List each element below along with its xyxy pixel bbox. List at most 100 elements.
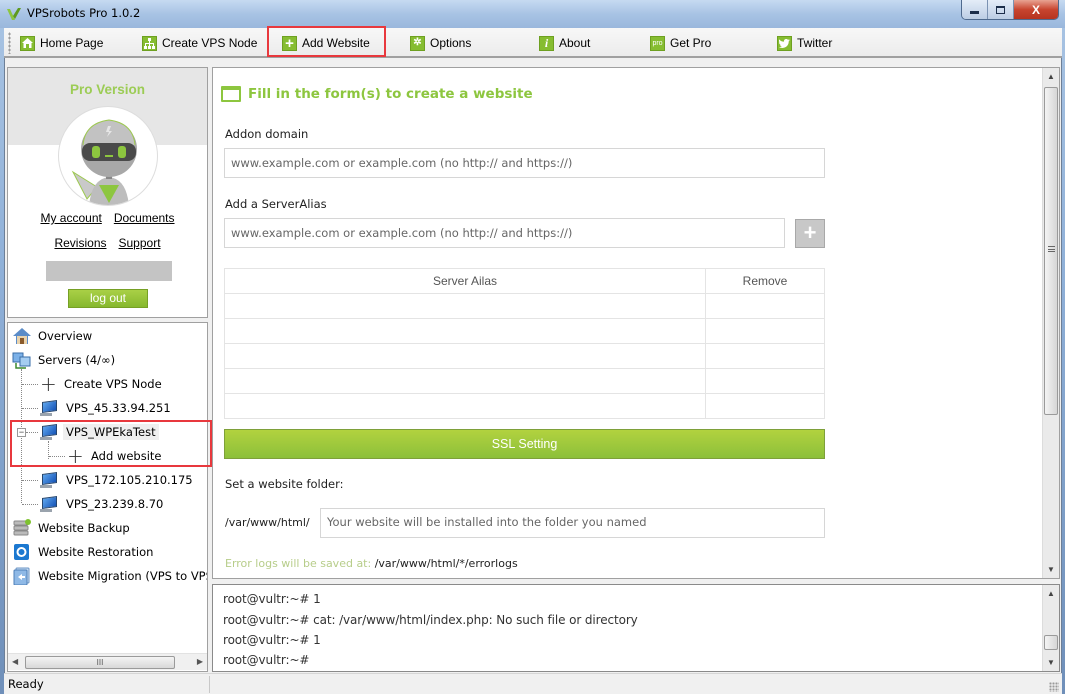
scroll-up-icon[interactable]: ▲ bbox=[1047, 589, 1055, 598]
toolbar-options[interactable]: ✲ Options bbox=[410, 32, 471, 54]
table-row bbox=[224, 343, 825, 369]
maximize-icon bbox=[996, 5, 1005, 14]
support-link[interactable]: Support bbox=[119, 236, 161, 250]
tree-item-label: VPS_WPEkaTest bbox=[63, 424, 159, 440]
table-row bbox=[224, 393, 825, 419]
restore-icon bbox=[12, 543, 32, 561]
minimize-button[interactable] bbox=[962, 0, 988, 19]
title-bar: VPSrobots Pro 1.0.2 X bbox=[0, 0, 1065, 28]
plus-icon: + bbox=[67, 444, 84, 468]
scroll-up-icon[interactable]: ▲ bbox=[1047, 72, 1055, 81]
plus-icon: + bbox=[282, 35, 297, 51]
toolbar-get-pro[interactable]: pro Get Pro bbox=[650, 32, 711, 54]
username-placeholder-bar bbox=[46, 261, 172, 281]
server-alias-input[interactable] bbox=[224, 218, 785, 248]
toolbar-home-page[interactable]: Home Page bbox=[20, 32, 103, 54]
server-alias-table: Server Ailas Remove bbox=[224, 268, 825, 419]
scrollbar-thumb[interactable]: III bbox=[25, 656, 175, 669]
plus-icon: + bbox=[40, 372, 57, 396]
tree-item-vps[interactable]: VPS_45.33.94.251 bbox=[40, 397, 171, 419]
tree-line bbox=[22, 480, 38, 481]
collapse-toggle[interactable]: − bbox=[17, 428, 26, 437]
alias-cell bbox=[224, 368, 706, 394]
maximize-button[interactable] bbox=[988, 0, 1014, 19]
revisions-link[interactable]: Revisions bbox=[54, 236, 106, 250]
tree-item-website-backup[interactable]: Website Backup bbox=[12, 517, 130, 539]
tree-item-servers[interactable]: Servers (4/∞) bbox=[12, 349, 115, 371]
tree-line bbox=[26, 432, 38, 433]
account-links-row-1: My account Documents bbox=[8, 211, 207, 225]
close-button[interactable]: X bbox=[1014, 0, 1058, 19]
tree-item-vps-selected[interactable]: VPS_WPEkaTest bbox=[40, 421, 159, 443]
status-text: Ready bbox=[8, 677, 44, 691]
console-output[interactable]: root@vultr:~# 1 root@vultr:~# cat: /var/… bbox=[212, 584, 1060, 672]
form-title-text: Fill in the form(s) to create a website bbox=[248, 86, 533, 102]
my-account-link[interactable]: My account bbox=[40, 211, 101, 225]
pro-icon: pro bbox=[650, 35, 665, 51]
scrollbar-thumb[interactable] bbox=[1044, 635, 1058, 650]
tree-line bbox=[22, 408, 38, 409]
tree-item-website-restoration[interactable]: Website Restoration bbox=[12, 541, 153, 563]
tree-item-add-website[interactable]: + Add website bbox=[67, 445, 161, 467]
gear-icon: ✲ bbox=[410, 35, 425, 51]
toolbar-options-label: Options bbox=[430, 36, 472, 50]
tree-item-overview[interactable]: Overview bbox=[12, 325, 92, 347]
console-line: root@vultr:~# 1 bbox=[223, 633, 321, 647]
navigation-tree: − Overview Servers (4/∞) + Create VPS No… bbox=[7, 322, 208, 672]
column-header-server-alias: Server Ailas bbox=[224, 268, 706, 294]
add-server-alias-button[interactable]: + bbox=[795, 219, 825, 248]
monitor-icon bbox=[40, 495, 58, 512]
addon-domain-label: Addon domain bbox=[225, 127, 309, 141]
console-vertical-scrollbar[interactable]: ▲ ▼ bbox=[1042, 585, 1059, 671]
website-folder-input[interactable] bbox=[320, 508, 825, 538]
toolbar-about[interactable]: i About bbox=[539, 32, 590, 54]
scroll-right-icon[interactable]: ▶ bbox=[197, 657, 203, 666]
pro-version-label: Pro Version bbox=[69, 82, 146, 97]
toolbar-grip[interactable] bbox=[8, 32, 11, 54]
scroll-down-icon[interactable]: ▼ bbox=[1047, 565, 1055, 574]
account-links-row-2: Revisions Support bbox=[8, 236, 207, 250]
server-alias-label: Add a ServerAlias bbox=[225, 197, 327, 211]
toolbar-create-vps-node-label: Create VPS Node bbox=[162, 36, 258, 50]
toolbar-create-vps-node[interactable]: Create VPS Node bbox=[142, 32, 257, 54]
toolbar-add-website[interactable]: + Add Website bbox=[282, 32, 370, 54]
console-line: root@vultr:~# bbox=[223, 653, 310, 667]
app-logo-icon bbox=[7, 8, 21, 20]
network-icon bbox=[142, 35, 157, 51]
form-vertical-scrollbar[interactable]: ▲ ▼ bbox=[1042, 68, 1059, 578]
table-row bbox=[224, 293, 825, 319]
tree-item-label: Add website bbox=[91, 449, 162, 463]
tree-item-label: Servers (4/∞) bbox=[38, 353, 116, 367]
logout-button[interactable]: log out bbox=[68, 289, 148, 308]
error-logs-note: Error logs will be saved at: /var/www/ht… bbox=[225, 557, 518, 570]
twitter-icon bbox=[777, 35, 792, 51]
table-row bbox=[224, 318, 825, 344]
remove-cell bbox=[705, 368, 825, 394]
robot-mascot-icon bbox=[71, 119, 137, 205]
tree-item-vps[interactable]: VPS_172.105.210.175 bbox=[40, 469, 193, 491]
scroll-down-icon[interactable]: ▼ bbox=[1047, 658, 1055, 667]
close-icon: X bbox=[1031, 2, 1040, 17]
remove-cell bbox=[705, 343, 825, 369]
table-row bbox=[224, 368, 825, 394]
account-panel: Pro Version My account Documents Revisio… bbox=[7, 67, 208, 318]
ssl-setting-button[interactable]: SSL Setting bbox=[224, 429, 825, 459]
remove-cell bbox=[705, 393, 825, 419]
add-website-form-panel: Fill in the form(s) to create a website … bbox=[212, 67, 1060, 579]
alias-cell bbox=[224, 343, 706, 369]
addon-domain-input[interactable] bbox=[224, 148, 825, 178]
scrollbar-thumb[interactable] bbox=[1044, 87, 1058, 415]
documents-link[interactable]: Documents bbox=[114, 211, 175, 225]
toolbar-twitter-label: Twitter bbox=[797, 36, 833, 50]
tree-item-website-migration[interactable]: Website Migration (VPS to VPS) bbox=[12, 565, 207, 587]
table-header-row: Server Ailas Remove bbox=[224, 268, 825, 294]
tree-item-create-vps-node[interactable]: + Create VPS Node bbox=[40, 373, 162, 395]
tree-horizontal-scrollbar[interactable]: ◀ III ▶ bbox=[8, 653, 207, 670]
toolbar-twitter[interactable]: Twitter bbox=[777, 32, 832, 54]
resize-grip-icon[interactable] bbox=[1049, 682, 1059, 692]
column-header-remove: Remove bbox=[705, 268, 825, 294]
alias-cell bbox=[224, 293, 706, 319]
scroll-left-icon[interactable]: ◀ bbox=[12, 657, 18, 666]
tree-item-vps[interactable]: VPS_23.239.8.70 bbox=[40, 493, 163, 515]
error-logs-path: /var/www/html/*/errorlogs bbox=[374, 557, 518, 570]
